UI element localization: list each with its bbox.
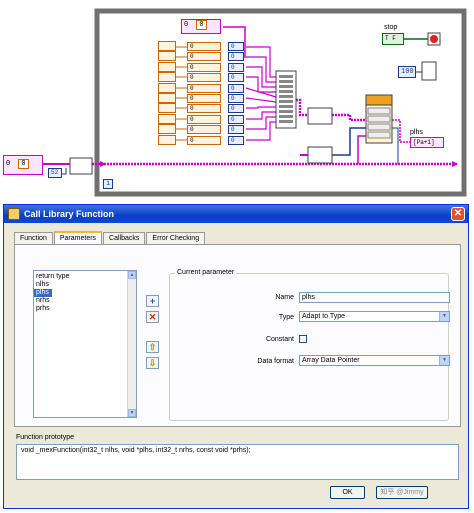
list-item[interactable]: nrhs [34,297,136,305]
call-library-function-dialog: Call Library Function ✕ Function Paramet… [3,204,469,509]
reshape-node-1 [307,107,333,125]
wait-node [421,61,437,81]
index-node[interactable]: 0 [187,73,221,82]
move-up-button[interactable]: ⇧ [146,341,159,353]
tab-parameters[interactable]: Parameters [53,231,103,245]
constant-label: Constant [265,336,294,343]
type-select[interactable]: Adapt to Type ▼ [299,311,450,322]
wait-constant[interactable]: 100 [398,66,416,78]
numeric-index-left: 0 [6,160,11,168]
index-node[interactable]: 0 [187,42,221,51]
list-scrollbar[interactable]: ▲ ▼ [127,271,136,417]
list-item[interactable]: nlhs [34,281,136,289]
current-parameter-label: Current parameter [175,269,237,276]
index-constant[interactable]: 0 [228,63,244,72]
data-format-value: Array Data Pointer [302,357,360,364]
build-array-node [275,70,297,129]
move-down-button[interactable]: ⇩ [146,357,159,369]
numeric-control[interactable] [158,62,176,72]
iteration-terminal: i [103,179,113,189]
type-value: Adapt to Type [302,313,346,320]
name-field[interactable]: plhs [299,292,450,303]
plhs-label: plhs [410,129,423,136]
numeric-control[interactable] [158,124,176,134]
index-node[interactable]: 0 [187,63,221,72]
numeric-constant-left[interactable]: 0 0 [3,155,43,175]
numeric-control[interactable] [158,103,176,113]
chevron-down-icon[interactable]: ▼ [439,312,449,321]
list-item-selected[interactable]: plhs [34,289,52,297]
data-format-label: Data format [257,358,294,365]
scroll-down-icon[interactable]: ▼ [128,409,136,417]
add-parameter-button[interactable]: + [146,295,159,307]
index-constant[interactable]: 0 [228,73,244,82]
tab-bar: Function Parameters Callbacks Error Chec… [14,231,206,245]
index-node[interactable]: 0 [187,52,221,61]
index-node[interactable]: 0 [187,94,221,103]
numeric-value-left: 0 [18,159,29,169]
index-constant[interactable]: 0 [228,115,244,124]
index-constant[interactable]: 0 [228,104,244,113]
function-prototype-box: void _mexFunction(int32_t nlhs, void *pl… [16,444,459,480]
initialize-array-node [69,157,93,175]
numeric-control[interactable] [158,93,176,103]
block-diagram: 0 0 0 0 52 0 0 0 0 0 0 0 0 0 0 0 0 0 0 0… [0,0,474,200]
function-prototype-label: Function prototype [16,434,74,441]
scroll-up-icon[interactable]: ▲ [128,271,136,279]
index-node[interactable]: 0 [187,115,221,124]
parameter-list[interactable]: return type nlhs plhs nrhs prhs ▲ ▼ [33,270,137,418]
numeric-value: 0 [196,20,207,30]
index-constant[interactable]: 0 [228,42,244,51]
index-constant[interactable]: 0 [228,52,244,61]
constant-checkbox[interactable] [299,335,307,343]
numeric-control[interactable] [158,41,176,51]
stop-label: stop [384,24,398,31]
data-format-select[interactable]: Array Data Pointer ▼ [299,355,450,366]
numeric-control[interactable] [158,83,176,93]
numeric-control[interactable] [158,51,176,61]
index-constant[interactable]: 0 [228,94,244,103]
current-parameter-group: Current parameter Name plhs Type Adapt t… [169,269,450,421]
stop-button-terminal[interactable]: T F [382,33,404,45]
index-node[interactable]: 0 [187,84,221,93]
reshape-node-2 [307,146,333,164]
numeric-control[interactable] [158,114,176,124]
index-node[interactable]: 0 [187,125,221,134]
array-size-constant[interactable]: 52 [48,168,62,178]
ok-button[interactable]: OK [330,486,365,499]
app-icon [8,208,20,220]
numeric-constant-top[interactable]: 0 0 [181,19,221,34]
index-constant[interactable]: 0 [228,125,244,134]
dialog-title: Call Library Function [24,209,115,219]
cancel-button[interactable]: 知乎 @Jimmy [376,486,428,499]
index-node[interactable]: 0 [187,104,221,113]
plhs-indicator[interactable]: [Pa+1] [410,137,444,148]
watermark: 知乎 @Jimmy [380,489,424,496]
numeric-index: 0 [184,21,189,29]
close-button[interactable]: ✕ [451,207,465,221]
name-label: Name [275,294,294,301]
remove-parameter-button[interactable]: ✕ [146,311,159,323]
parameters-panel: return type nlhs plhs nrhs prhs ▲ ▼ + ✕ … [14,244,461,427]
list-item[interactable]: return type [34,273,136,281]
index-constant[interactable]: 0 [228,84,244,93]
title-bar: Call Library Function ✕ [4,205,468,223]
chevron-down-icon[interactable]: ▼ [439,356,449,365]
index-node[interactable]: 0 [187,136,221,145]
list-item[interactable]: prhs [34,305,136,313]
numeric-control[interactable] [158,135,176,145]
numeric-control[interactable] [158,72,176,82]
type-label: Type [278,314,294,321]
index-constant[interactable]: 0 [228,136,244,145]
